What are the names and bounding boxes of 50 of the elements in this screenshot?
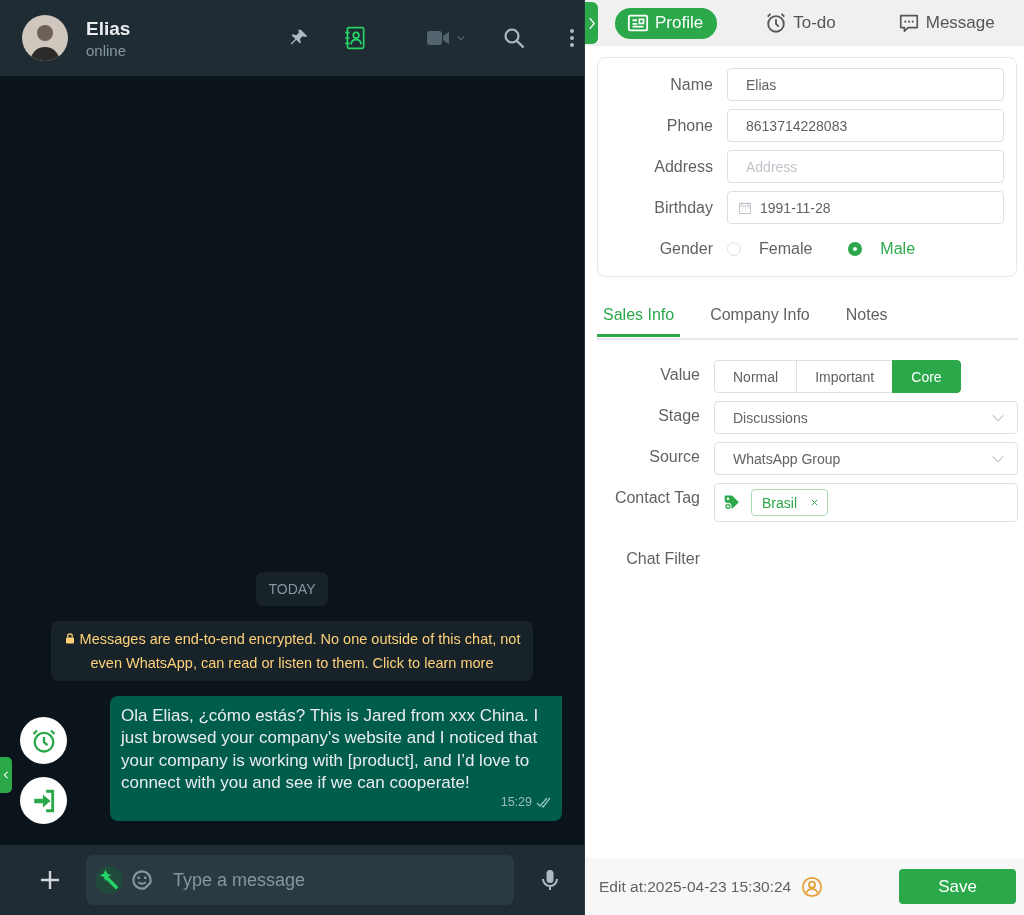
sign-in-button[interactable] <box>20 777 67 824</box>
date-field[interactable]: 1991-11-28 <box>727 191 1004 224</box>
expand-handle[interactable] <box>585 2 598 44</box>
field-label: Gender <box>658 240 713 258</box>
message-time: 15:29 <box>500 793 532 811</box>
field-label: Birthday <box>653 198 713 217</box>
reminder-button[interactable] <box>20 717 67 764</box>
message-input[interactable]: Type a message <box>86 855 514 905</box>
contact-name: Elias <box>86 17 132 40</box>
contact-status: online <box>86 41 128 59</box>
contact-avatar[interactable] <box>22 15 68 61</box>
dropdown[interactable]: Discussions <box>714 401 1018 434</box>
tag-chip: Brasil <box>751 489 828 516</box>
section-tab[interactable]: Sales Info <box>597 303 681 337</box>
radio-button[interactable] <box>848 242 863 256</box>
edit-timestamp: Edit at:2025-04-23 15:30:24 <box>599 877 792 896</box>
message-text: Ola Elias, ¿cómo estás? This is Jared from xxx China. I just browsed your company's website and I noticed that your company is working with [product], and I’d love to connect with you and see if we can cooperate! <box>121 704 540 794</box>
caret-icon <box>456 33 466 43</box>
section-tab[interactable]: Company Info <box>704 303 816 333</box>
contact-card-icon[interactable] <box>342 25 368 51</box>
section-tab[interactable]: Notes <box>839 303 894 333</box>
tag-field[interactable]: Brasil <box>714 483 1018 522</box>
panel-tab[interactable]: To-do <box>753 7 850 39</box>
id-card-icon <box>627 12 649 34</box>
field-label: Source <box>648 447 700 466</box>
field-label: Chat Filter <box>625 549 700 568</box>
field-label: Name <box>669 75 713 94</box>
alarm-clock-icon <box>765 12 788 34</box>
panel-tab[interactable]: Message <box>885 7 1009 39</box>
radio-option[interactable]: Female <box>727 240 813 258</box>
search-icon[interactable] <box>502 26 526 50</box>
plus-icon[interactable] <box>38 868 62 892</box>
dropdown[interactable]: WhatsApp Group <box>714 442 1018 475</box>
field-label: Value <box>659 365 700 384</box>
collapse-handle[interactable] <box>0 757 12 793</box>
field-label: Address <box>653 157 713 176</box>
input-field[interactable]: 8613714228083 <box>727 109 1004 142</box>
chevron-left-icon <box>2 769 10 781</box>
magic-wand-icon[interactable] <box>95 866 123 894</box>
value-option[interactable]: Normal <box>714 360 798 393</box>
field-label: Stage <box>657 406 700 425</box>
encryption-notice[interactable]: Messages are end-to-end encrypted. No one outside of this chat, not even WhatsApp, can read or listen to them. Click to learn more <box>51 620 533 681</box>
calendar-icon <box>738 200 752 215</box>
lock-icon <box>63 631 76 645</box>
chat-bubble-icon <box>897 12 920 34</box>
field-label: Phone <box>665 116 713 135</box>
input-field[interactable]: Elias <box>727 68 1004 101</box>
close-icon[interactable] <box>810 498 819 507</box>
field-label: Contact Tag <box>613 488 700 507</box>
chevron-right-icon <box>587 15 596 31</box>
